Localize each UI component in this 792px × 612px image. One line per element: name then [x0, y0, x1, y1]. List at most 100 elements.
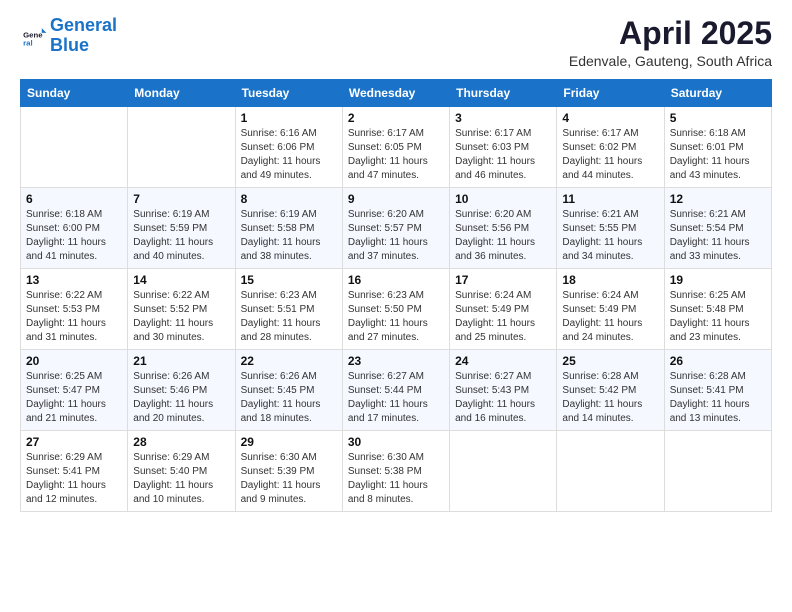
day-info: Sunrise: 6:24 AMSunset: 5:49 PMDaylight:… [455, 289, 551, 345]
calendar-day-cell: 15 Sunrise: 6:23 AMSunset: 5:51 PMDayligh… [235, 269, 342, 350]
calendar-day-cell [21, 107, 128, 188]
day-number: 16 [348, 273, 444, 287]
day-number: 29 [241, 435, 337, 449]
day-info: Sunrise: 6:29 AMSunset: 5:40 PMDaylight:… [133, 451, 229, 507]
calendar-day-cell: 3Sunrise: 6:17 AMSunset: 6:03 PMDaylight… [450, 107, 557, 188]
day-info: Sunrise: 6:26 AMSunset: 5:46 PMDaylight:… [133, 370, 229, 426]
weekday-header-cell: Wednesday [342, 80, 449, 107]
day-number: 2 [348, 111, 444, 125]
day-number: 27 [26, 435, 122, 449]
calendar-day-cell: 6Sunrise: 6:18 AMSunset: 6:00 PMDaylight… [21, 188, 128, 269]
calendar-day-cell: 24 Sunrise: 6:27 AMSunset: 5:43 PMDayligh… [450, 350, 557, 431]
calendar-day-cell: 14Sunrise: 6:22 AMSunset: 5:52 PMDayligh… [128, 269, 235, 350]
calendar-day-cell: 30 Sunrise: 6:30 AMSunset: 5:38 PMDayligh… [342, 431, 449, 512]
calendar-day-cell: 21 Sunrise: 6:26 AMSunset: 5:46 PMDayligh… [128, 350, 235, 431]
day-info: Sunrise: 6:28 AMSunset: 5:41 PMDaylight:… [670, 370, 766, 426]
day-info: Sunrise: 6:18 AMSunset: 6:00 PMDaylight:… [26, 208, 122, 264]
logo-text: General Blue [50, 16, 117, 56]
day-info: Sunrise: 6:23 AMSunset: 5:50 PMDaylight:… [348, 289, 444, 345]
calendar-week-row: 20 Sunrise: 6:25 AMSunset: 5:47 PMDayligh… [21, 350, 772, 431]
calendar-day-cell: 20 Sunrise: 6:25 AMSunset: 5:47 PMDayligh… [21, 350, 128, 431]
day-info: Sunrise: 6:21 AMSunset: 5:54 PMDaylight:… [670, 208, 766, 264]
day-number: 1 [241, 111, 337, 125]
day-info: Sunrise: 6:25 AMSunset: 5:48 PMDaylight:… [670, 289, 766, 345]
calendar-day-cell: 23 Sunrise: 6:27 AMSunset: 5:44 PMDayligh… [342, 350, 449, 431]
calendar-day-cell: 25 Sunrise: 6:28 AMSunset: 5:42 PMDayligh… [557, 350, 664, 431]
weekday-header-cell: Thursday [450, 80, 557, 107]
calendar-week-row: 1 Sunrise: 6:16 AMSunset: 6:06 PMDaylight… [21, 107, 772, 188]
day-info: Sunrise: 6:27 AMSunset: 5:43 PMDaylight:… [455, 370, 551, 426]
calendar-day-cell: 13Sunrise: 6:22 AMSunset: 5:53 PMDayligh… [21, 269, 128, 350]
day-info: Sunrise: 6:28 AMSunset: 5:42 PMDaylight:… [562, 370, 658, 426]
day-number: 9 [348, 192, 444, 206]
weekday-header-cell: Monday [128, 80, 235, 107]
day-info: Sunrise: 6:27 AMSunset: 5:44 PMDaylight:… [348, 370, 444, 426]
day-number: 19 [670, 273, 766, 287]
logo-line1: General [50, 15, 117, 35]
calendar-week-row: 6Sunrise: 6:18 AMSunset: 6:00 PMDaylight… [21, 188, 772, 269]
calendar-table: SundayMondayTuesdayWednesdayThursdayFrid… [20, 79, 772, 512]
day-number: 26 [670, 354, 766, 368]
day-info: Sunrise: 6:30 AMSunset: 5:38 PMDaylight:… [348, 451, 444, 507]
day-number: 28 [133, 435, 229, 449]
day-info: Sunrise: 6:16 AMSunset: 6:06 PMDaylight:… [241, 127, 337, 183]
day-info: Sunrise: 6:17 AMSunset: 6:02 PMDaylight:… [562, 127, 658, 183]
calendar-day-cell: 28 Sunrise: 6:29 AMSunset: 5:40 PMDayligh… [128, 431, 235, 512]
calendar-day-cell: 10Sunrise: 6:20 AMSunset: 5:56 PMDayligh… [450, 188, 557, 269]
calendar-day-cell: 1 Sunrise: 6:16 AMSunset: 6:06 PMDaylight… [235, 107, 342, 188]
calendar-day-cell: 11 Sunrise: 6:21 AMSunset: 5:55 PMDayligh… [557, 188, 664, 269]
calendar-day-cell: 5 Sunrise: 6:18 AMSunset: 6:01 PMDaylight… [664, 107, 771, 188]
logo: Gene ral General Blue [20, 16, 117, 56]
day-number: 5 [670, 111, 766, 125]
calendar-day-cell: 4Sunrise: 6:17 AMSunset: 6:02 PMDaylight… [557, 107, 664, 188]
header: Gene ral General Blue April 2025 Edenval… [20, 16, 772, 69]
weekday-header-row: SundayMondayTuesdayWednesdayThursdayFrid… [21, 80, 772, 107]
day-number: 3 [455, 111, 551, 125]
calendar-day-cell: 19 Sunrise: 6:25 AMSunset: 5:48 PMDayligh… [664, 269, 771, 350]
day-number: 11 [562, 192, 658, 206]
day-number: 22 [241, 354, 337, 368]
weekday-header-cell: Sunday [21, 80, 128, 107]
calendar-day-cell: 8Sunrise: 6:19 AMSunset: 5:58 PMDaylight… [235, 188, 342, 269]
calendar-day-cell: 17 Sunrise: 6:24 AMSunset: 5:49 PMDayligh… [450, 269, 557, 350]
day-info: Sunrise: 6:17 AMSunset: 6:05 PMDaylight:… [348, 127, 444, 183]
logo-line2: Blue [50, 35, 89, 55]
day-number: 20 [26, 354, 122, 368]
day-number: 12 [670, 192, 766, 206]
calendar-day-cell [664, 431, 771, 512]
day-number: 24 [455, 354, 551, 368]
calendar-day-cell: 27Sunrise: 6:29 AMSunset: 5:41 PMDayligh… [21, 431, 128, 512]
calendar-week-row: 27Sunrise: 6:29 AMSunset: 5:41 PMDayligh… [21, 431, 772, 512]
location-title: Edenvale, Gauteng, South Africa [569, 53, 772, 69]
day-info: Sunrise: 6:23 AMSunset: 5:51 PMDaylight:… [241, 289, 337, 345]
title-block: April 2025 Edenvale, Gauteng, South Afri… [569, 16, 772, 69]
calendar-day-cell: 16 Sunrise: 6:23 AMSunset: 5:50 PMDayligh… [342, 269, 449, 350]
day-number: 15 [241, 273, 337, 287]
day-info: Sunrise: 6:19 AMSunset: 5:58 PMDaylight:… [241, 208, 337, 264]
day-number: 7 [133, 192, 229, 206]
day-number: 17 [455, 273, 551, 287]
day-info: Sunrise: 6:19 AMSunset: 5:59 PMDaylight:… [133, 208, 229, 264]
day-info: Sunrise: 6:22 AMSunset: 5:52 PMDaylight:… [133, 289, 229, 345]
day-info: Sunrise: 6:20 AMSunset: 5:57 PMDaylight:… [348, 208, 444, 264]
day-info: Sunrise: 6:20 AMSunset: 5:56 PMDaylight:… [455, 208, 551, 264]
day-number: 21 [133, 354, 229, 368]
day-info: Sunrise: 6:25 AMSunset: 5:47 PMDaylight:… [26, 370, 122, 426]
day-info: Sunrise: 6:22 AMSunset: 5:53 PMDaylight:… [26, 289, 122, 345]
day-info: Sunrise: 6:30 AMSunset: 5:39 PMDaylight:… [241, 451, 337, 507]
logo-icon: Gene ral [20, 22, 48, 50]
day-info: Sunrise: 6:24 AMSunset: 5:49 PMDaylight:… [562, 289, 658, 345]
day-number: 23 [348, 354, 444, 368]
day-number: 30 [348, 435, 444, 449]
calendar-body: 1 Sunrise: 6:16 AMSunset: 6:06 PMDaylight… [21, 107, 772, 512]
day-info: Sunrise: 6:21 AMSunset: 5:55 PMDaylight:… [562, 208, 658, 264]
day-number: 18 [562, 273, 658, 287]
day-number: 25 [562, 354, 658, 368]
calendar-day-cell: 22Sunrise: 6:26 AMSunset: 5:45 PMDayligh… [235, 350, 342, 431]
page: Gene ral General Blue April 2025 Edenval… [0, 0, 792, 612]
weekday-header-cell: Tuesday [235, 80, 342, 107]
calendar-week-row: 13Sunrise: 6:22 AMSunset: 5:53 PMDayligh… [21, 269, 772, 350]
calendar-day-cell: 7 Sunrise: 6:19 AMSunset: 5:59 PMDaylight… [128, 188, 235, 269]
day-info: Sunrise: 6:18 AMSunset: 6:01 PMDaylight:… [670, 127, 766, 183]
calendar-day-cell: 9 Sunrise: 6:20 AMSunset: 5:57 PMDaylight… [342, 188, 449, 269]
